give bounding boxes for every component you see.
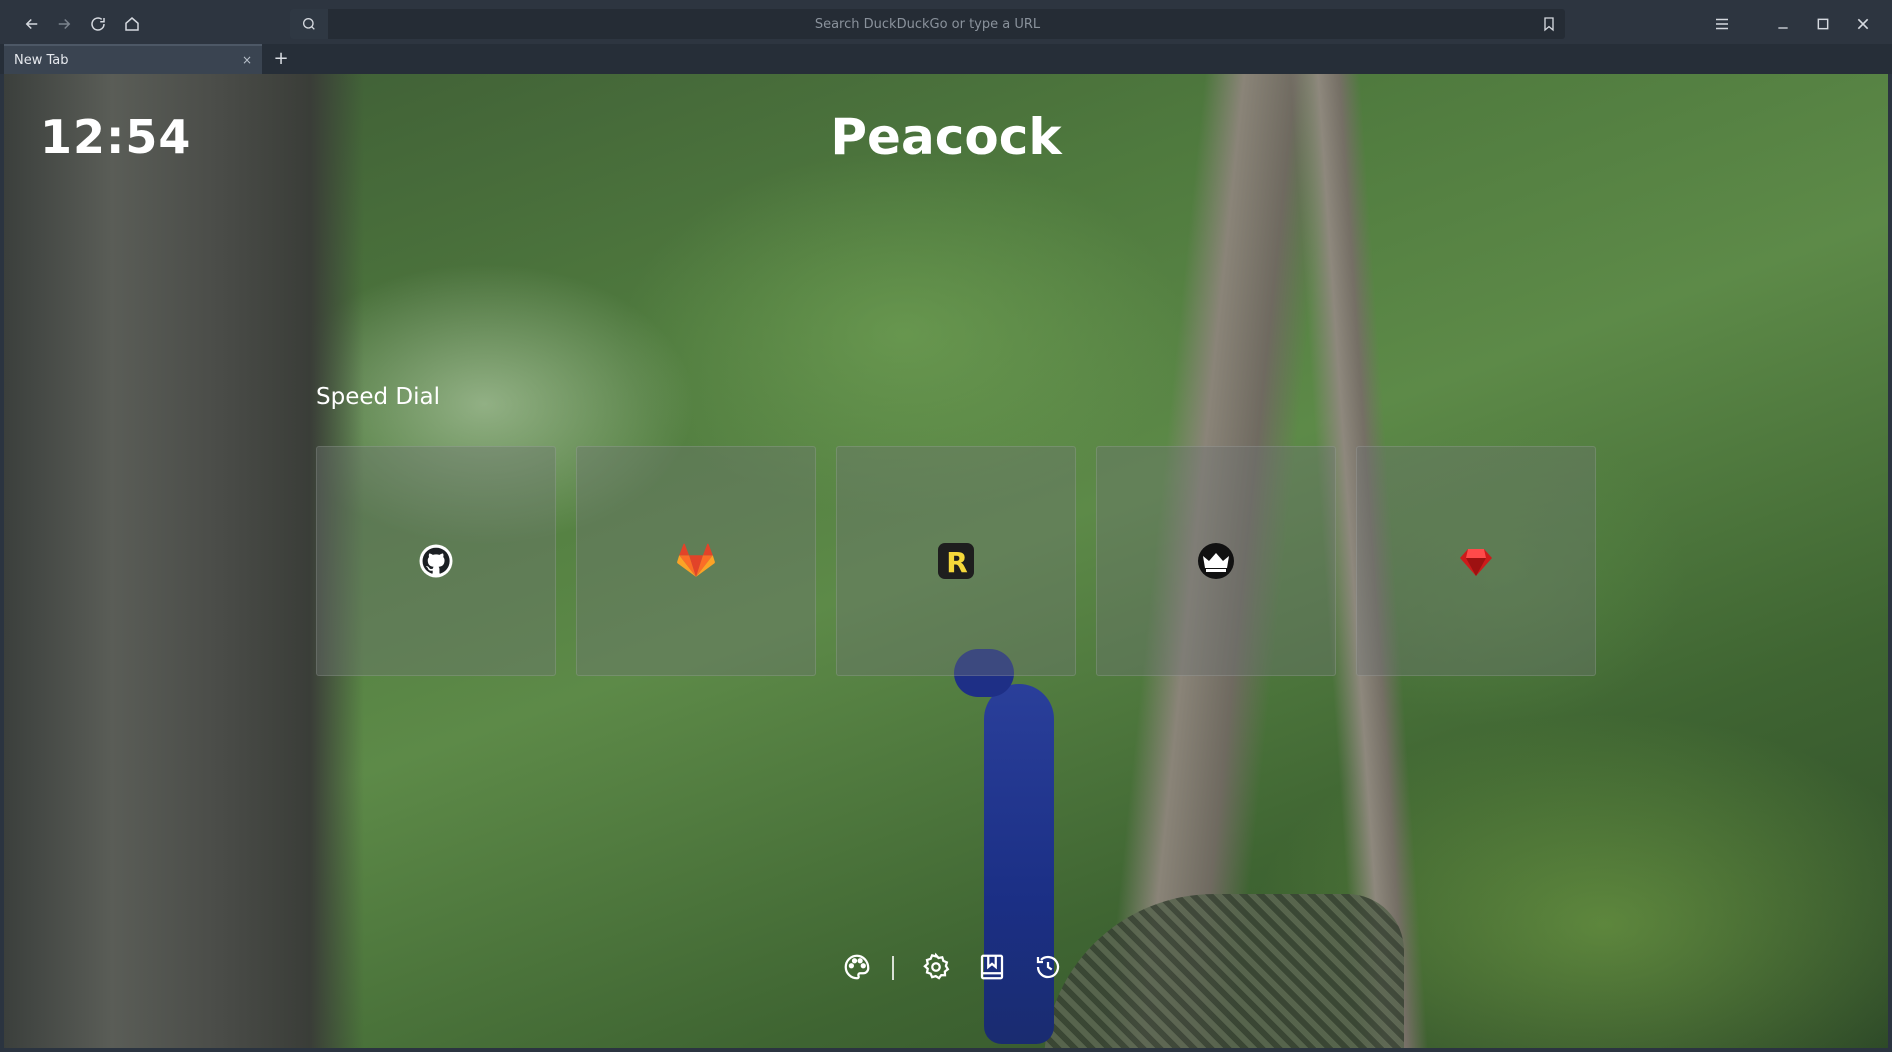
history-icon (1036, 955, 1060, 979)
browser-toolbar (0, 0, 1892, 48)
speed-dial-tile-r[interactable]: R (836, 446, 1076, 676)
arrow-left-icon (25, 18, 38, 30)
speed-dial-tile-github[interactable] (316, 446, 556, 676)
gitlab-icon (677, 542, 715, 580)
hamburger-menu-icon (1716, 18, 1728, 30)
background-peacock (984, 684, 1054, 1044)
minimize-button[interactable] (1771, 12, 1795, 36)
svg-text:R: R (946, 546, 968, 579)
close-window-button[interactable] (1851, 12, 1875, 36)
tab-close-button[interactable]: × (240, 53, 254, 67)
tab-title: New Tab (14, 52, 69, 68)
bookmarks-icon (980, 954, 1004, 980)
settings-button[interactable] (919, 950, 953, 984)
tab-new-tab[interactable]: New Tab × (4, 44, 262, 74)
home-button[interactable] (120, 12, 144, 36)
speed-dial-tile-ruby[interactable] (1356, 446, 1596, 676)
arrow-right-icon (58, 18, 71, 30)
bottom-action-bar (830, 944, 1070, 988)
r-icon: R (937, 542, 975, 580)
customize-button[interactable] (840, 950, 874, 984)
bookmark-button[interactable] (1539, 14, 1559, 34)
address-bar (290, 9, 1565, 39)
bookmarks-button[interactable] (975, 950, 1009, 984)
search-icon[interactable] (290, 9, 328, 39)
maximize-icon (1817, 18, 1829, 30)
speed-dial-tile-gitlab[interactable] (576, 446, 816, 676)
ruby-icon (1457, 542, 1495, 580)
crown-icon (1197, 542, 1235, 580)
minimize-icon (1778, 27, 1788, 29)
url-input[interactable] (330, 9, 1525, 39)
home-icon (125, 17, 139, 31)
palette-icon (844, 954, 870, 980)
new-tab-page: 12:54 Peacock Speed Dial R (4, 74, 1888, 1048)
speed-dial-tile-crown[interactable] (1096, 446, 1336, 676)
maximize-button[interactable] (1811, 12, 1835, 36)
background-peacock-tail (1044, 894, 1404, 1048)
close-icon (1857, 18, 1869, 30)
tab-strip: New Tab × + (0, 44, 1892, 74)
new-tab-button[interactable]: + (270, 48, 292, 70)
separator (892, 956, 894, 980)
speed-dial-heading: Speed Dial (316, 384, 440, 410)
reload-icon (91, 17, 105, 31)
history-button[interactable] (1031, 950, 1065, 984)
settings-icon (923, 952, 950, 980)
background-tree-trunk (4, 74, 364, 1048)
forward-button[interactable] (52, 12, 76, 36)
github-icon (417, 542, 455, 580)
back-button[interactable] (20, 12, 44, 36)
page-title: Peacock (830, 108, 1062, 166)
menu-button[interactable] (1710, 12, 1734, 36)
bookmark-icon (1544, 17, 1554, 32)
reload-button[interactable] (86, 12, 110, 36)
